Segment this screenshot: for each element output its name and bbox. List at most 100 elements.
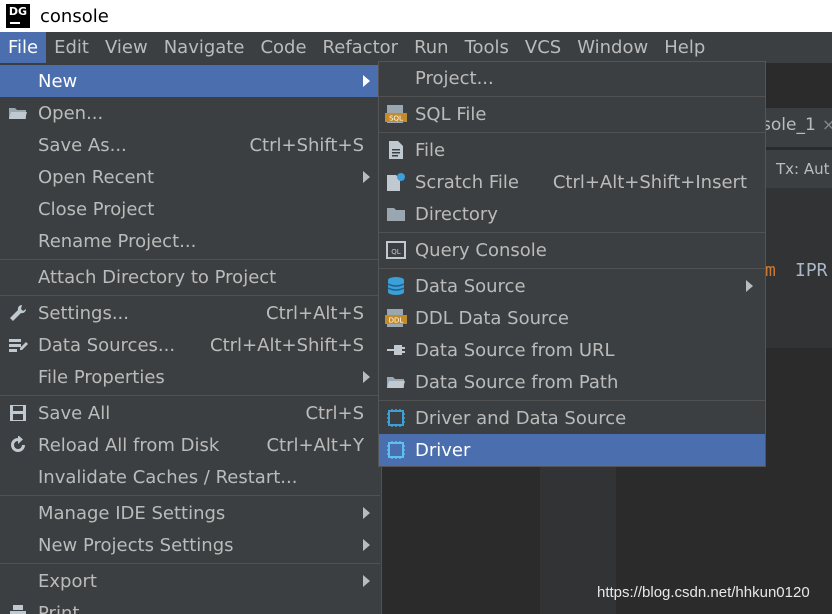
- menu-help[interactable]: Help: [656, 32, 713, 63]
- menu-item-label: Save All: [38, 402, 111, 424]
- submenu-item-query-console[interactable]: QL Query Console: [379, 234, 765, 266]
- menu-item-label: Export: [38, 570, 97, 592]
- submenu-item-project[interactable]: Project...: [379, 62, 765, 94]
- menu-separator: [0, 259, 380, 260]
- menu-item-open[interactable]: Open...: [0, 97, 380, 129]
- menu-separator: [379, 268, 765, 269]
- menu-item-print[interactable]: Print...: [0, 597, 380, 614]
- menu-window[interactable]: Window: [569, 32, 656, 63]
- menu-item-save-all[interactable]: Save All Ctrl+S: [0, 397, 380, 429]
- menu-file[interactable]: File: [0, 32, 47, 63]
- menu-item-label: Close Project: [38, 198, 155, 220]
- folder-icon: [385, 203, 407, 225]
- menu-item-shortcut: Ctrl+Alt+S: [266, 302, 364, 324]
- wrench-icon: [8, 303, 28, 323]
- menu-code[interactable]: Code: [252, 32, 314, 63]
- menu-view[interactable]: View: [97, 32, 156, 63]
- menu-separator: [379, 232, 765, 233]
- submenu-item-data-source[interactable]: Data Source: [379, 270, 765, 302]
- menu-separator: [0, 395, 380, 396]
- submenu-item-scratch-file[interactable]: Scratch File Ctrl+Alt+Shift+Insert: [379, 166, 765, 198]
- driver-icon: [385, 407, 407, 429]
- submenu-item-label: Data Source from URL: [415, 339, 615, 361]
- submenu-arrow-icon: [363, 371, 370, 383]
- menu-item-shortcut: Ctrl+Shift+S: [249, 134, 364, 156]
- menu-item-label: New: [38, 70, 78, 92]
- submenu-item-data-source-path[interactable]: Data Source from Path: [379, 366, 765, 398]
- menu-refactor[interactable]: Refactor: [315, 32, 407, 63]
- menu-edit[interactable]: Edit: [46, 32, 97, 63]
- submenu-item-label: File: [415, 139, 446, 161]
- menu-item-open-recent[interactable]: Open Recent: [0, 161, 380, 193]
- submenu-item-driver-and-data-source[interactable]: Driver and Data Source: [379, 402, 765, 434]
- query-console-icon: QL: [385, 239, 407, 261]
- menu-item-invalidate-caches[interactable]: Invalidate Caches / Restart...: [0, 461, 380, 493]
- menu-item-label: Attach Directory to Project: [38, 266, 277, 288]
- menu-item-save-as[interactable]: Save As... Ctrl+Shift+S: [0, 129, 380, 161]
- url-plug-icon: [385, 339, 407, 361]
- menu-item-new[interactable]: New: [0, 65, 380, 97]
- menu-item-label: Print...: [38, 602, 97, 614]
- tab-close-icon[interactable]: ×: [822, 115, 832, 134]
- menu-item-label: Settings...: [38, 302, 129, 324]
- menu-run[interactable]: Run: [406, 32, 457, 63]
- menu-item-rename-project[interactable]: Rename Project...: [0, 225, 380, 257]
- submenu-item-data-source-url[interactable]: Data Source from URL: [379, 334, 765, 366]
- menu-item-label: Data Sources...: [38, 334, 176, 356]
- menu-item-new-projects-settings[interactable]: New Projects Settings: [0, 529, 380, 561]
- submenu-arrow-icon: [363, 575, 370, 587]
- submenu-item-label: Driver and Data Source: [415, 407, 627, 429]
- menu-item-close-project[interactable]: Close Project: [0, 193, 380, 225]
- menu-item-file-properties[interactable]: File Properties: [0, 361, 380, 393]
- submenu-item-file[interactable]: File: [379, 134, 765, 166]
- title-bar: DG console: [0, 0, 832, 32]
- menu-item-label: Save As...: [38, 134, 127, 156]
- folder-icon: [385, 371, 407, 393]
- menu-separator: [0, 495, 380, 496]
- data-sources-icon: [8, 335, 28, 355]
- submenu-item-label: Project...: [415, 67, 494, 89]
- editor-tab-console[interactable]: sole_1: [762, 115, 816, 135]
- svg-text:DDL: DDL: [389, 317, 404, 325]
- menu-separator: [0, 295, 380, 296]
- print-icon: [8, 603, 28, 614]
- sql-file-icon: SQL: [385, 103, 407, 125]
- file-menu: New Open... Save As... Ctrl+Shift+S Open…: [0, 63, 382, 614]
- menu-item-label: New Projects Settings: [38, 534, 234, 556]
- menu-tools[interactable]: Tools: [457, 32, 517, 63]
- menu-item-manage-ide-settings[interactable]: Manage IDE Settings: [0, 497, 380, 529]
- menu-item-shortcut: Ctrl+S: [305, 402, 364, 424]
- submenu-item-label: Directory: [415, 203, 498, 225]
- menu-item-label: Open Recent: [38, 166, 155, 188]
- submenu-arrow-icon: [363, 75, 370, 87]
- submenu-item-directory[interactable]: Directory: [379, 198, 765, 230]
- submenu-item-label: DDL Data Source: [415, 307, 569, 329]
- menu-item-attach-directory[interactable]: Attach Directory to Project: [0, 261, 380, 293]
- menu-item-label: Manage IDE Settings: [38, 502, 226, 524]
- menu-separator: [379, 400, 765, 401]
- app-logo-text: DG: [8, 5, 28, 18]
- menu-item-settings[interactable]: Settings... Ctrl+Alt+S: [0, 297, 380, 329]
- submenu-item-label: Driver: [415, 439, 471, 461]
- submenu-item-sql-file[interactable]: SQL SQL File: [379, 98, 765, 130]
- submenu-arrow-icon: [363, 507, 370, 519]
- window-title: console: [40, 5, 109, 27]
- submenu-item-shortcut: Ctrl+Alt+Shift+Insert: [552, 171, 747, 193]
- code-identifier: IPR: [795, 260, 828, 281]
- transaction-mode-label[interactable]: Tx: Aut: [776, 160, 830, 178]
- menu-navigate[interactable]: Navigate: [156, 32, 253, 63]
- menu-vcs[interactable]: VCS: [517, 32, 569, 63]
- datagrip-logo-icon: DG: [6, 4, 30, 28]
- submenu-item-label: Data Source: [415, 275, 526, 297]
- menu-item-data-sources[interactable]: Data Sources... Ctrl+Alt+Shift+S: [0, 329, 380, 361]
- code-keyword: m: [765, 260, 776, 281]
- submenu-item-label: Data Source from Path: [415, 371, 619, 393]
- submenu-item-label: Query Console: [415, 239, 547, 261]
- submenu-item-driver[interactable]: Driver: [379, 434, 765, 466]
- menu-item-export[interactable]: Export: [0, 565, 380, 597]
- menu-item-label: File Properties: [38, 366, 165, 388]
- menu-item-label: Open...: [38, 102, 104, 124]
- menu-item-reload-all[interactable]: Reload All from Disk Ctrl+Alt+Y: [0, 429, 380, 461]
- svg-text:QL: QL: [391, 248, 401, 256]
- submenu-item-ddl-data-source[interactable]: DDL DDL Data Source: [379, 302, 765, 334]
